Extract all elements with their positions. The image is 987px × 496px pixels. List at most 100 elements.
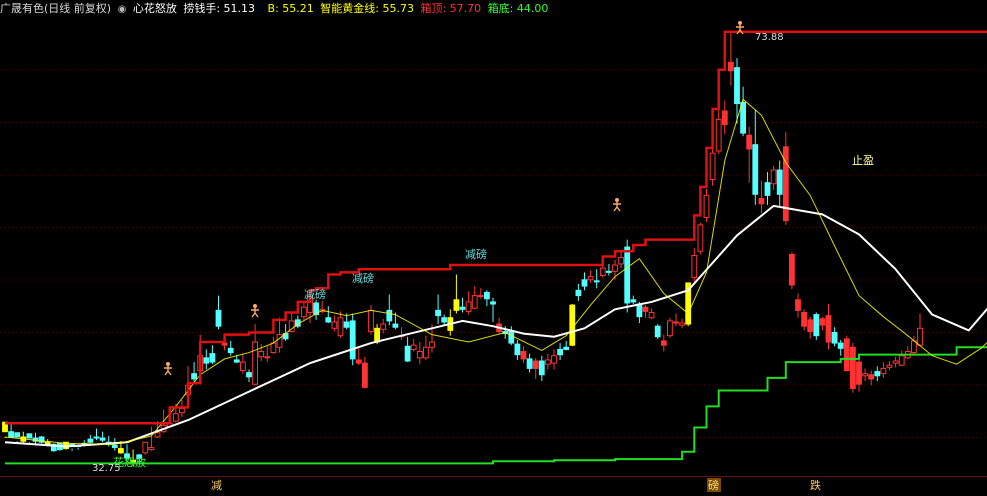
candle-body <box>246 372 252 378</box>
high-value-label: 73.88 <box>755 32 784 43</box>
candle-body <box>148 447 155 451</box>
candle-body <box>471 295 478 309</box>
candle-body <box>898 355 905 366</box>
candle-body <box>813 314 820 337</box>
candle-body <box>374 327 381 343</box>
reduce-label-1: 减磅 <box>304 287 326 301</box>
candle-body <box>362 362 368 388</box>
candle-body <box>648 311 655 319</box>
candle-body <box>758 198 765 205</box>
candle-body <box>221 342 228 346</box>
candle-body <box>697 224 704 252</box>
candle-body <box>825 315 832 343</box>
candle-body <box>764 182 771 196</box>
candle-body <box>349 320 356 360</box>
candle-body <box>575 289 582 297</box>
candle-body <box>423 346 429 359</box>
candle-body <box>44 441 51 445</box>
candle-body <box>380 323 387 330</box>
take-profit-label: 止盈 <box>852 154 874 167</box>
candle-body <box>227 347 234 354</box>
candle-body <box>441 317 448 323</box>
candle-body <box>892 360 899 364</box>
candle-body <box>819 318 826 326</box>
candle-body <box>459 306 466 310</box>
candle-body <box>484 291 490 300</box>
reduce-label-2: 减磅 <box>352 271 374 285</box>
candle-body <box>563 346 570 350</box>
candle-body <box>203 357 210 364</box>
candle-body <box>843 338 850 372</box>
candle-body <box>416 351 423 359</box>
candle-body <box>38 436 45 443</box>
bottom-signal-fall: 跌 <box>810 478 821 492</box>
gold-line <box>4 98 987 445</box>
candle-body <box>545 359 551 365</box>
candle-body <box>807 319 814 332</box>
candle-body <box>233 359 240 363</box>
candle-body <box>209 353 216 363</box>
candle-body <box>630 299 637 303</box>
person-signal-icon <box>164 362 172 376</box>
candle-body <box>172 413 179 422</box>
candle-body <box>532 360 539 369</box>
candle-body <box>93 436 100 439</box>
candle-body <box>917 327 923 346</box>
candle-body <box>343 321 350 328</box>
candle-body <box>721 110 728 126</box>
moving-average-line <box>4 204 987 448</box>
candle-body <box>856 361 862 385</box>
person-signal-icon <box>251 304 259 318</box>
candle-body <box>477 295 484 298</box>
candle-body <box>453 299 460 311</box>
candle-body <box>868 374 875 380</box>
candle-body <box>862 373 869 377</box>
bottom-signal-reduce: 减 <box>211 479 222 492</box>
candle-body <box>880 367 887 375</box>
candle-body <box>142 441 149 454</box>
candle-body <box>258 351 265 358</box>
candle-body <box>118 448 124 454</box>
candle-body <box>642 306 649 312</box>
candle-body <box>660 340 667 346</box>
candle-body <box>465 301 472 312</box>
candle-body <box>581 279 588 287</box>
candle-body <box>215 309 222 327</box>
candle-body <box>673 321 679 324</box>
candle-body <box>179 407 185 414</box>
candle-body <box>264 356 271 359</box>
candle-body <box>691 254 698 279</box>
candle-body <box>654 325 661 338</box>
candle-body <box>703 194 710 219</box>
indicator-lines <box>4 30 987 465</box>
candle-body <box>526 358 533 369</box>
candle-body <box>740 101 747 134</box>
candle-body <box>410 344 417 350</box>
candle-body <box>551 355 557 364</box>
candle-body <box>624 246 631 304</box>
candle-body <box>429 341 435 348</box>
candle-body <box>618 257 625 265</box>
candle-body <box>593 280 600 283</box>
candle-body <box>331 321 338 329</box>
candle-body <box>386 309 393 322</box>
candle-body <box>886 364 893 368</box>
candle-body <box>111 444 118 449</box>
candle-body <box>746 134 753 150</box>
candle-body <box>874 371 881 377</box>
candle-body <box>831 332 838 344</box>
candle-body <box>154 432 161 438</box>
candle-body <box>734 67 740 105</box>
bottom-signal-text: 花怒放 <box>113 455 146 469</box>
candle-body <box>325 317 332 323</box>
reduce-label-3: 减磅 <box>465 247 487 261</box>
candle-body <box>636 303 643 318</box>
candle-body <box>795 299 801 311</box>
candle-body <box>782 146 789 222</box>
candle-body <box>191 373 197 380</box>
candle-body <box>715 118 722 152</box>
person-signal-icon <box>613 198 621 212</box>
candle-body <box>837 342 844 349</box>
candle-body <box>850 346 856 389</box>
candle-body <box>667 320 673 337</box>
